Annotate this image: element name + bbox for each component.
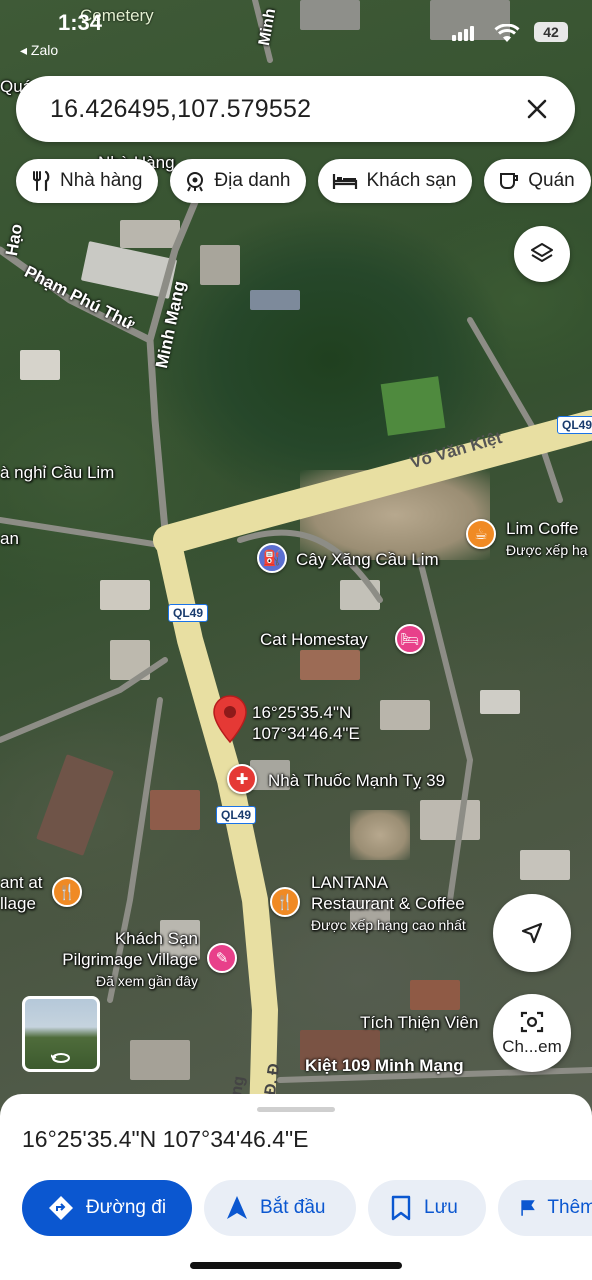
status-bar: Cemetery 1:34 ◂ Zalo 42 (0, 0, 592, 60)
directions-icon (48, 1196, 73, 1220)
clear-search-button[interactable] (513, 85, 561, 133)
coffee-cup-icon (500, 173, 519, 189)
dropped-pin-icon[interactable] (212, 694, 248, 744)
poi-label-lim-coffee[interactable]: Lim Coffe Được xếp hạ (506, 518, 588, 561)
hotel-pin-icon[interactable]: 🛏 (395, 624, 425, 654)
poi-name: llage (0, 894, 36, 913)
street-view-thumbnail[interactable] (22, 996, 100, 1072)
action-label: Đường đi (85, 1197, 167, 1218)
bookmark-icon (391, 1195, 411, 1221)
restaurant-pin-icon[interactable]: 🍴 (52, 877, 82, 907)
close-icon (527, 99, 547, 119)
action-label: Lưu (424, 1197, 458, 1218)
pharmacy-pin-icon[interactable]: ✚ (227, 764, 257, 794)
pin-lng: 107°34'46.4"E (252, 724, 360, 743)
clock: 1:34 (58, 10, 103, 35)
poi-name: Lim Coffe (506, 519, 579, 538)
place-actions: Đường đi Bắt đầu Lưu Thêm (22, 1180, 592, 1236)
poi-label-cat-homestay[interactable]: Cat Homestay (260, 629, 368, 650)
poi-name: ant at (0, 873, 43, 892)
place-bottom-sheet[interactable]: 16°25'35.4"N 107°34'46.4"E Đường đi Bắt … (0, 1094, 592, 1280)
save-button[interactable]: Lưu (368, 1180, 486, 1236)
start-navigation-button[interactable]: Bắt đầu (204, 1180, 356, 1236)
road-label-kiet-109: Kiệt 109 Minh Mạng (305, 1056, 464, 1075)
place-coordinates-title: 16°25'35.4"N 107°34'46.4"E (22, 1126, 309, 1152)
poi-label-restaurant-at[interactable]: ant at llage (0, 872, 43, 914)
poi-name: Khách Sạn (114, 929, 198, 948)
chip-landmarks[interactable]: Địa danh (170, 159, 307, 203)
poi-label-nha-nghi[interactable]: à nghỉ Cầu Lim (0, 462, 114, 483)
layers-icon (531, 243, 553, 262)
landmark-icon (187, 172, 204, 192)
poi-name: Restaurant & Coffee (311, 894, 465, 913)
pin-lat: 16°25'35.4"N (252, 703, 352, 722)
route-badge-ql49: QL49 (216, 806, 257, 824)
pin-coordinate-label: 16°25'35.4"N 107°34'46.4"E (252, 702, 360, 744)
chip-restaurants[interactable]: Nhà hàng (16, 159, 159, 203)
battery-indicator: 42 (534, 22, 568, 42)
poi-name: Pilgrimage Village (62, 950, 198, 969)
restaurant-pin-icon[interactable]: 🍴 (270, 887, 300, 917)
search-bar[interactable]: 16.426495,107.579552 (16, 76, 575, 142)
street-view-button[interactable]: Ch...em (493, 994, 571, 1072)
poi-rating-note: Được xếp hạ (506, 542, 588, 558)
chip-label: Nhà hàng (60, 170, 143, 191)
chip-cafes[interactable]: Quán (484, 159, 591, 203)
poi-label-gas-station[interactable]: Cây Xăng Cầu Lim (296, 549, 439, 570)
poi-name: LANTANA (311, 873, 389, 892)
hotel-pin-icon[interactable]: ✎ (207, 943, 237, 973)
route-badge-ql49: QL49 (557, 416, 592, 434)
search-input[interactable]: 16.426495,107.579552 (50, 95, 513, 124)
camera-search-icon (520, 1011, 544, 1033)
navigation-arrow-icon (227, 1196, 247, 1219)
poi-label-tich-thien[interactable]: Tích Thiện Viên (360, 1012, 478, 1033)
map-layers-button[interactable] (514, 226, 570, 282)
chip-label: Khách sạn (366, 170, 457, 191)
cellular-signal-icon (452, 26, 474, 41)
poi-recent-note: Đã xem gần đây (96, 973, 198, 989)
poi-label-an: an (0, 529, 19, 548)
flag-icon (521, 1200, 535, 1216)
poi-label-pharmacy[interactable]: Nhà Thuốc Mạnh Tỵ 39 (268, 770, 445, 791)
chip-label: Quán (528, 170, 575, 191)
my-location-button[interactable] (493, 894, 571, 972)
chip-label: Địa danh (214, 170, 291, 191)
wifi-icon (494, 24, 520, 42)
chip-hotels[interactable]: Khách sạn (318, 159, 473, 203)
poi-label-lantana[interactable]: LANTANA Restaurant & Coffee Được xếp hạn… (311, 872, 466, 936)
360-rotate-icon (51, 1053, 70, 1063)
home-indicator[interactable] (190, 1262, 402, 1269)
bed-icon (333, 174, 358, 189)
action-label: Thêm (547, 1197, 592, 1218)
route-badge-ql49: QL49 (168, 604, 209, 622)
gas-station-pin-icon[interactable]: ⛽ (257, 543, 287, 573)
sheet-drag-handle[interactable] (257, 1107, 335, 1112)
fork-knife-icon (33, 170, 50, 192)
coffee-pin-icon[interactable]: ☕ (466, 519, 496, 549)
poi-label-khach-san[interactable]: Khách Sạn Pilgrimage Village Đã xem gần … (46, 928, 198, 992)
navigation-arrow-outline-icon (521, 922, 543, 944)
street-view-label: Ch...em (502, 1037, 562, 1056)
action-label: Bắt đầu (260, 1197, 326, 1218)
more-button[interactable]: Thêm (498, 1180, 592, 1236)
back-to-app-link[interactable]: ◂ Zalo (20, 42, 58, 59)
category-chips: Nhà hàng Địa danh Khách sạn Quán (16, 159, 591, 203)
directions-button[interactable]: Đường đi (22, 1180, 192, 1236)
poi-rating-note: Được xếp hạng cao nhất (311, 917, 466, 933)
